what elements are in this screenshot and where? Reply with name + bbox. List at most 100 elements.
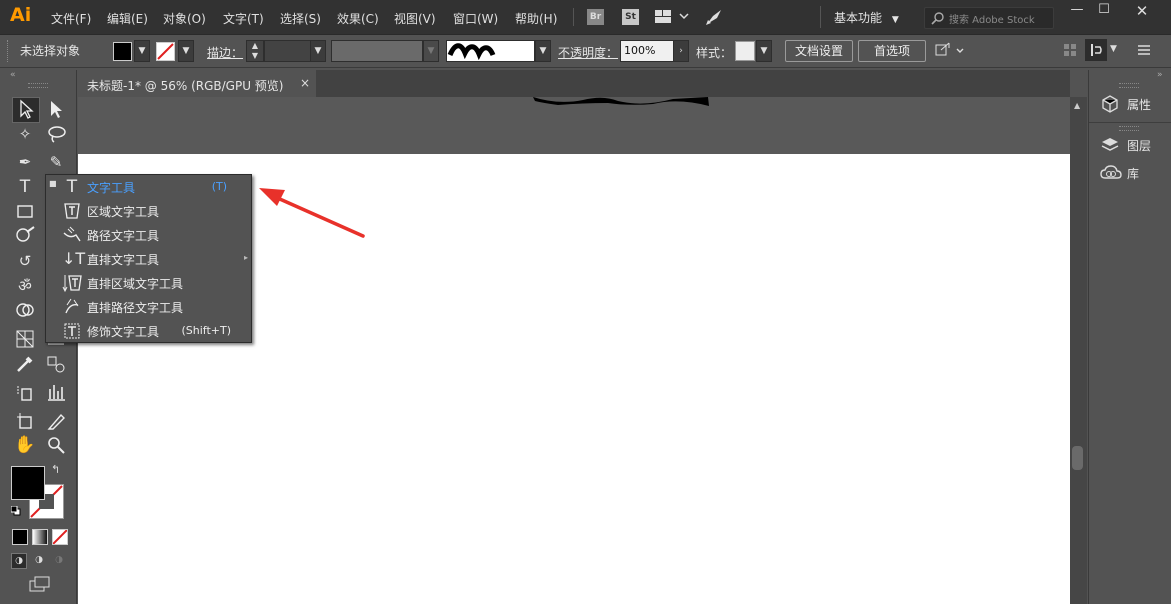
puppet-warp-icon[interactable] (935, 42, 965, 63)
maximize-icon[interactable]: ☐ (1089, 2, 1119, 20)
flyout-item-area-type-tool[interactable]: 区域文字工具 (46, 199, 243, 223)
stroke-weight-stepper[interactable]: ▲ ▼ (246, 40, 264, 62)
scroll-up-icon[interactable]: ▲ (1074, 101, 1080, 110)
none-mode-icon[interactable] (52, 529, 68, 545)
lasso-tool-icon[interactable] (45, 123, 67, 145)
libraries-panel-tab[interactable]: 库 (1097, 160, 1167, 186)
variable-width-dropdown[interactable]: ▼ (423, 40, 439, 62)
touch-type-tool-icon (62, 321, 82, 341)
grid-layout-icon[interactable] (1064, 44, 1076, 59)
fill-color-box[interactable] (11, 466, 45, 500)
style-dropdown[interactable]: ▼ (756, 40, 772, 62)
flyout-item-vertical-type-tool[interactable]: ↓T 直排文字工具 (46, 247, 243, 271)
opacity-input[interactable]: 100% (620, 40, 674, 62)
properties-panel-tab[interactable]: 属性 (1097, 91, 1167, 117)
perspective-grid-tool-icon[interactable] (14, 328, 36, 350)
menu-edit[interactable]: 编辑(E) (107, 10, 148, 27)
toolbar-grip[interactable] (28, 83, 48, 88)
flyout-item-type-on-path-tool[interactable]: 路径文字工具 (46, 223, 243, 247)
properties-icon (1102, 95, 1118, 113)
hand-tool-icon[interactable]: ✋ (14, 434, 36, 456)
flyout-item-touch-type-tool[interactable]: 修饰文字工具 (Shift+T) (46, 319, 243, 343)
selection-tool-icon[interactable] (15, 98, 37, 120)
pasteboard[interactable] (78, 97, 1070, 154)
chevron-down-icon[interactable]: ▼ (1110, 44, 1117, 54)
expand-panels-icon[interactable]: » (1157, 70, 1163, 80)
stroke-weight-input[interactable] (264, 40, 311, 62)
screen-mode-icon[interactable] (29, 576, 51, 595)
variable-width-profile[interactable] (331, 40, 423, 62)
draw-inside-icon[interactable]: ◑ (52, 553, 66, 567)
type-tool-icon[interactable]: T (14, 176, 36, 198)
collapse-toolbar-icon[interactable]: « (10, 70, 16, 80)
rotate-tool-icon[interactable]: ↺ (14, 250, 36, 272)
document-setup-button[interactable]: 文档设置 (785, 40, 853, 62)
zoom-tool-icon[interactable] (45, 434, 67, 456)
menu-effect[interactable]: 效果(C) (337, 10, 379, 27)
style-label: 样式： (696, 46, 733, 60)
draw-behind-icon[interactable]: ◑ (32, 553, 46, 567)
draw-normal-icon[interactable]: ◑ (11, 553, 27, 569)
gradient-mode-icon[interactable] (32, 529, 48, 545)
arrange-documents-icon[interactable] (655, 10, 689, 27)
menu-file[interactable]: 文件(F) (51, 10, 91, 27)
layers-panel-tab[interactable]: 图层 (1097, 132, 1167, 158)
menu-select[interactable]: 选择(S) (280, 10, 321, 27)
close-icon[interactable]: × (300, 76, 310, 90)
width-tool-icon[interactable]: ॐ (14, 275, 36, 297)
workspace-switcher[interactable]: 基本功能 ▼ (834, 9, 899, 26)
flyout-expand-arrow-icon[interactable]: ▸ (244, 253, 248, 262)
symbol-sprayer-tool-icon[interactable] (14, 381, 36, 403)
stroke-label[interactable]: 描边： (207, 44, 243, 61)
magic-wand-tool-icon[interactable]: ✧ (14, 123, 36, 145)
arrange-panel-button[interactable] (1085, 39, 1107, 61)
rectangle-tool-icon[interactable] (14, 200, 36, 222)
stroke-weight-dropdown[interactable]: ▼ (310, 40, 326, 62)
menu-help[interactable]: 帮助(H) (515, 10, 557, 27)
graphic-style-swatch[interactable] (735, 41, 755, 61)
brush-dropdown[interactable]: ▼ (535, 40, 551, 62)
panel-grip[interactable] (7, 40, 10, 62)
gpu-performance-icon[interactable] (705, 8, 723, 29)
fill-swatch[interactable] (113, 42, 132, 61)
panel-grip[interactable] (1119, 83, 1139, 88)
stock-button[interactable]: St (622, 9, 639, 25)
flyout-item-vertical-type-on-path-tool[interactable]: 直排路径文字工具 (46, 295, 243, 319)
align-icon (1091, 44, 1102, 56)
color-mode-icon[interactable] (12, 529, 28, 545)
blend-tool-icon[interactable] (45, 353, 67, 375)
minimize-icon[interactable]: — (1062, 2, 1092, 20)
stock-search-input[interactable]: 搜索 Adobe Stock (924, 7, 1054, 29)
flyout-item-type-tool[interactable]: ■ T 文字工具 (T) (46, 175, 243, 199)
menu-object[interactable]: 对象(O) (163, 10, 206, 27)
slice-tool-icon[interactable] (45, 410, 67, 432)
preferences-button[interactable]: 首选项 (858, 40, 926, 62)
flyout-item-vertical-area-type-tool[interactable]: 直排区域文字工具 (46, 271, 243, 295)
column-graph-tool-icon[interactable] (45, 381, 67, 403)
direct-selection-tool-icon[interactable] (45, 98, 67, 120)
menu-window[interactable]: 窗口(W) (453, 10, 498, 27)
panel-menu-icon[interactable] (1137, 43, 1151, 60)
menu-type[interactable]: 文字(T) (223, 10, 264, 27)
swap-colors-icon[interactable]: ↰ (51, 463, 60, 476)
default-colors-icon[interactable] (10, 505, 21, 516)
artboard-tool-icon[interactable] (14, 410, 36, 432)
vertical-scrollbar[interactable]: ▲ (1070, 97, 1087, 604)
pen-tool-icon[interactable]: ✒ (14, 151, 36, 173)
stroke-dropdown[interactable]: ▼ (178, 40, 194, 62)
panel-grip[interactable] (1119, 126, 1139, 131)
close-icon[interactable]: ✕ (1127, 2, 1157, 20)
bridge-button[interactable]: Br (587, 9, 604, 25)
eyedropper-tool-icon[interactable] (14, 353, 36, 375)
curvature-tool-icon[interactable]: ✎ (45, 151, 67, 173)
shape-builder-tool-icon[interactable] (14, 299, 36, 321)
scrollbar-thumb[interactable] (1072, 446, 1083, 470)
opacity-label[interactable]: 不透明度： (558, 44, 618, 61)
paintbrush-tool-icon[interactable] (14, 224, 36, 246)
brush-definition[interactable] (446, 40, 535, 62)
menu-view[interactable]: 视图(V) (394, 10, 436, 27)
opacity-expand-arrow[interactable]: › (673, 40, 689, 62)
fill-dropdown[interactable]: ▼ (134, 40, 150, 62)
stroke-swatch[interactable] (156, 42, 175, 61)
document-tab[interactable]: 未标题-1* @ 56% (RGB/GPU 预览) × (78, 70, 316, 97)
